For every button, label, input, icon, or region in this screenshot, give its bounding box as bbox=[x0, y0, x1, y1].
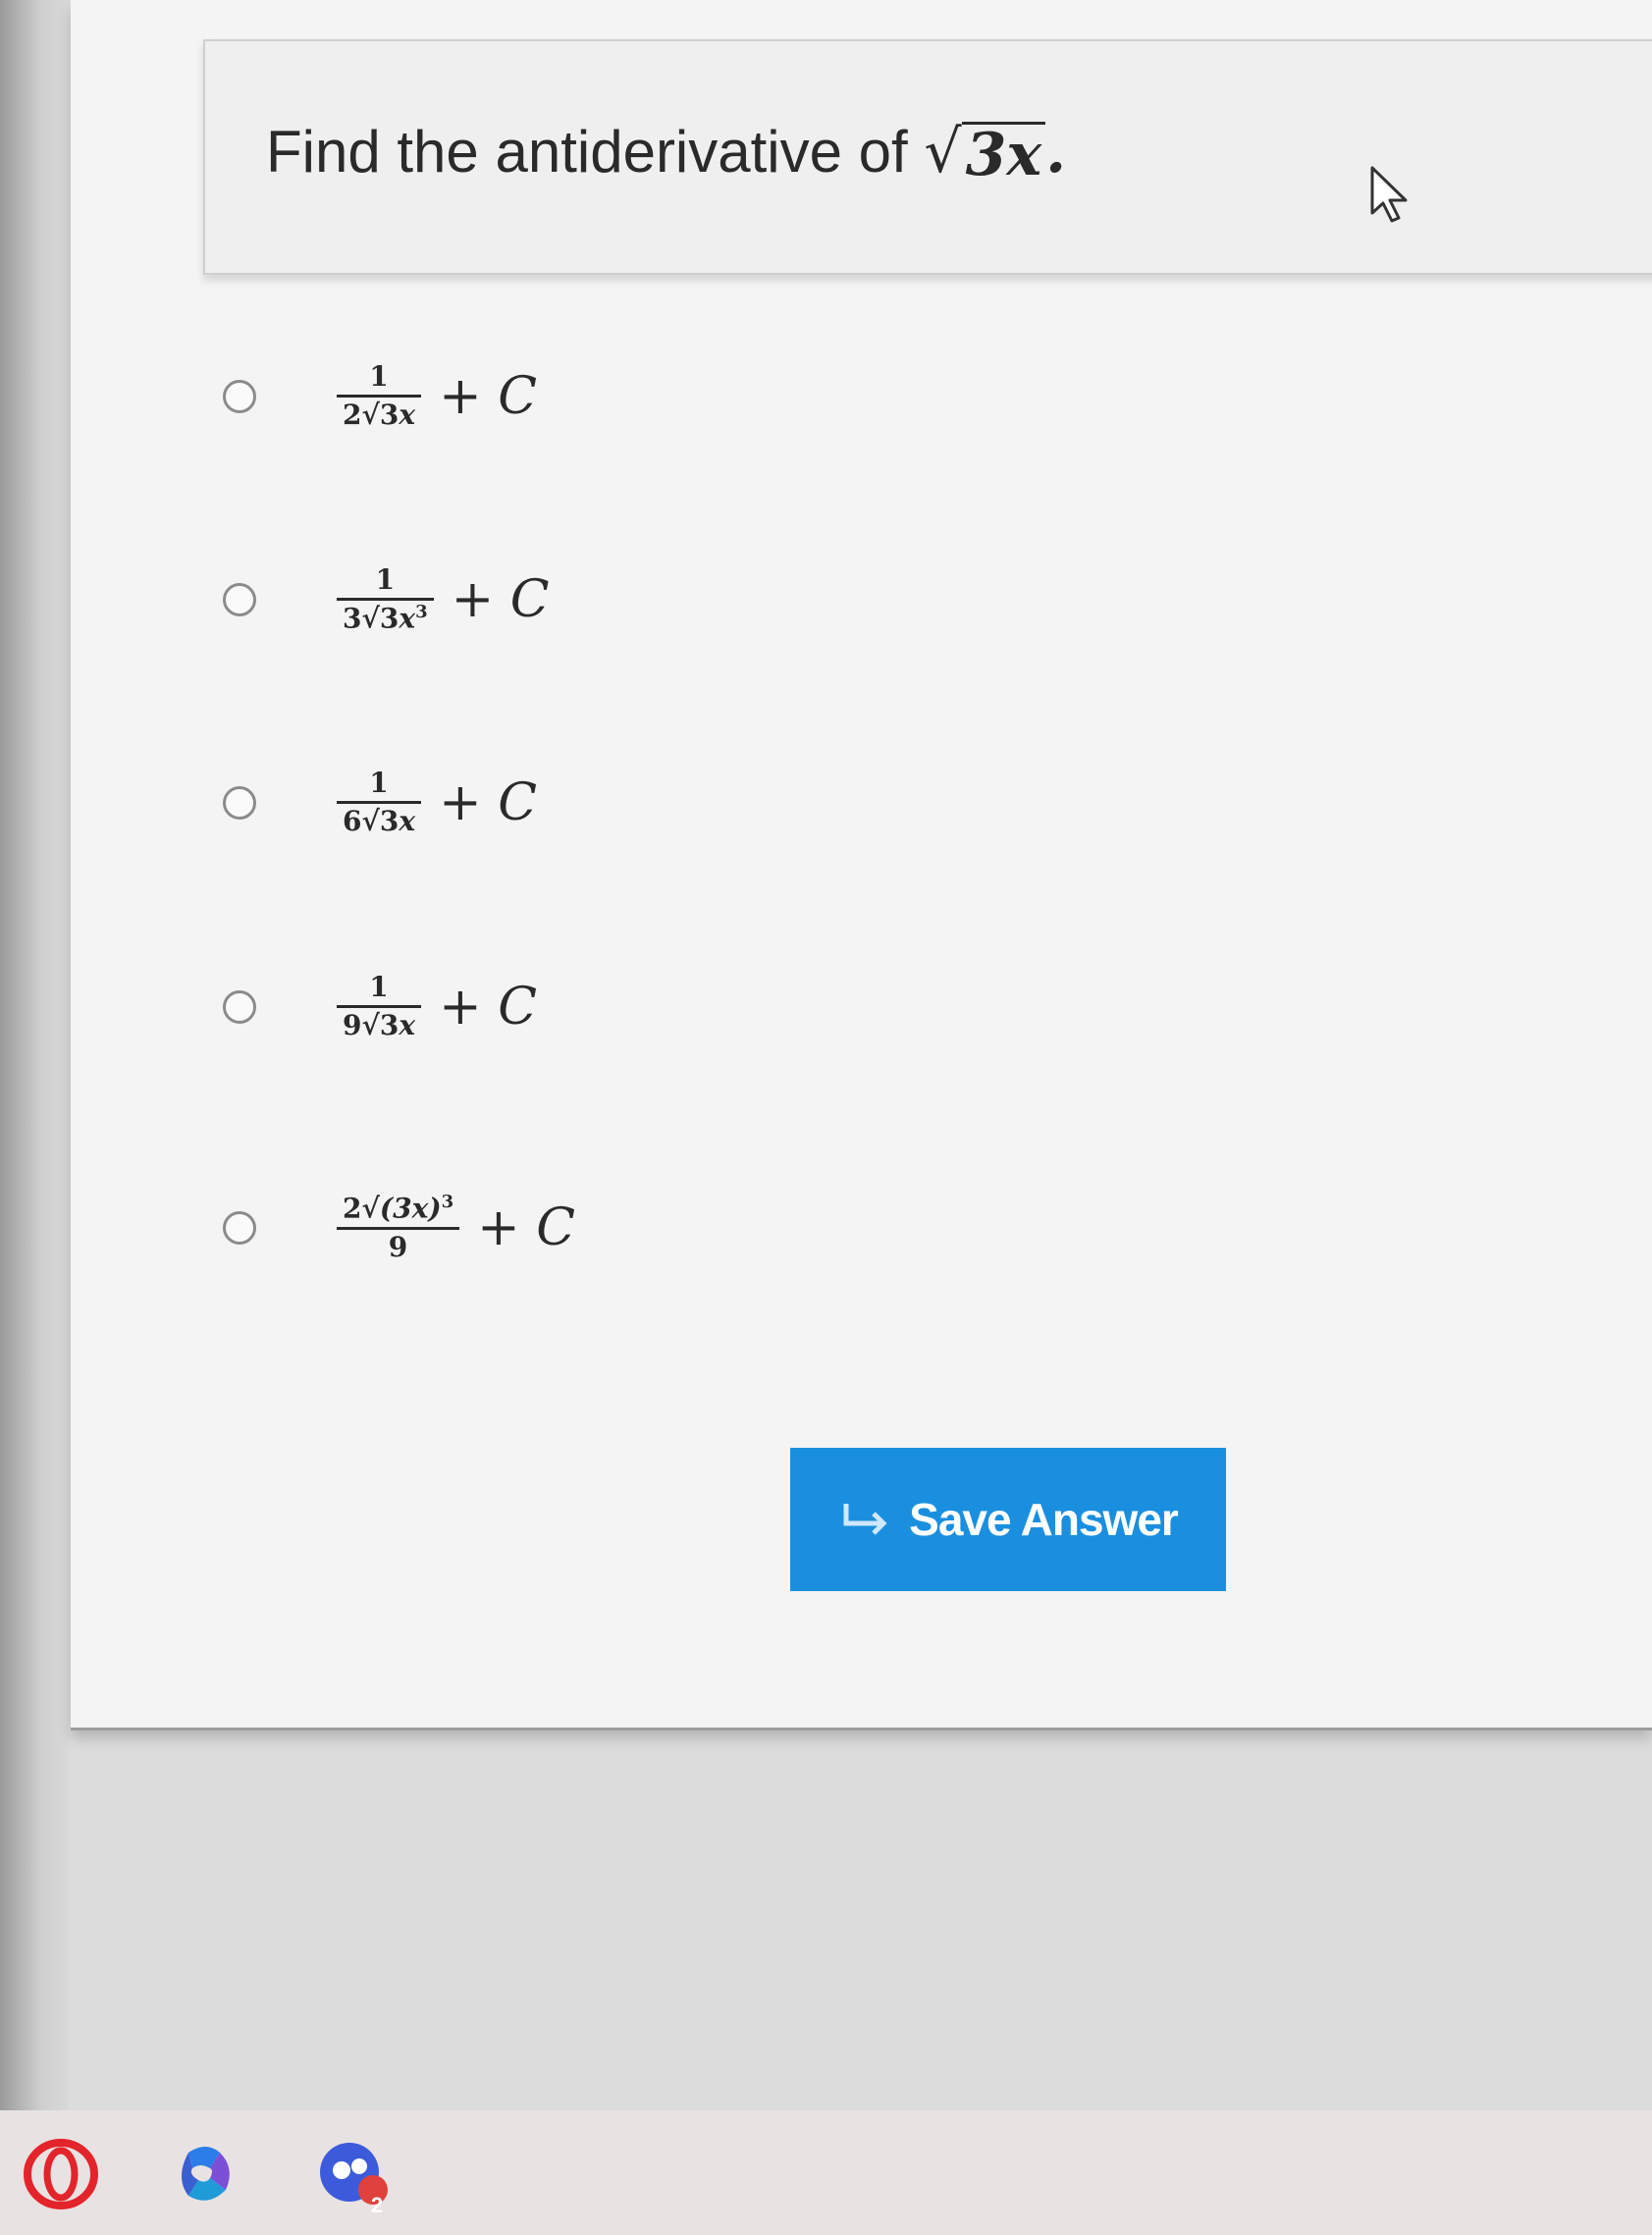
option-3-radicand: 3 bbox=[379, 805, 400, 838]
option-1-var: x bbox=[399, 399, 416, 432]
option-3-constant: + C bbox=[439, 773, 537, 832]
option-4-numerator: 1 bbox=[369, 971, 389, 1003]
question-sqrt: √ 3x bbox=[924, 118, 1046, 186]
option-5-expression: 2√(3x)3 9 + C bbox=[337, 1192, 575, 1263]
sqrt-symbol-icon: √ bbox=[924, 118, 962, 186]
question-box: Find the antiderivative of √ 3x. bbox=[203, 39, 1652, 275]
option-1-denominator: 2√3x bbox=[337, 395, 422, 432]
option-5-numerator: 2√(3x)3 bbox=[337, 1192, 460, 1230]
option-4-coef: 9 bbox=[343, 1009, 362, 1042]
option-5-fraction: 2√(3x)3 9 bbox=[337, 1192, 460, 1263]
option-5-exponent: 3 bbox=[441, 1192, 454, 1212]
chat-badge: 2 bbox=[370, 2193, 384, 2217]
option-2-plus: + bbox=[451, 569, 510, 629]
option-1-expression: 1 2√3x + C bbox=[337, 360, 537, 432]
option-3-c: C bbox=[498, 772, 537, 832]
option-1-c: C bbox=[498, 366, 537, 426]
option-2-numerator: 1 bbox=[375, 563, 396, 596]
option-3-expression: 1 6√3x + C bbox=[337, 767, 537, 838]
option-4-plus: + bbox=[439, 977, 499, 1037]
option-4-radio[interactable] bbox=[223, 989, 256, 1024]
option-5-plus: + bbox=[477, 1197, 537, 1257]
option-1-coef: 2 bbox=[343, 399, 362, 432]
question-prefix: Find the antiderivative of bbox=[266, 119, 925, 185]
option-2-var: x bbox=[399, 602, 416, 635]
option-3-radio[interactable] bbox=[223, 785, 256, 820]
option-3-coef: 6 bbox=[343, 805, 362, 838]
option-3-plus: + bbox=[439, 772, 499, 832]
option-1-radio[interactable] bbox=[223, 379, 256, 413]
quiz-panel: Find the antiderivative of √ 3x. 1 2√3x +… bbox=[71, 0, 1652, 1730]
option-5[interactable]: 2√(3x)3 9 + C bbox=[223, 1192, 575, 1263]
question-radicand: 3x bbox=[961, 122, 1046, 186]
option-5-denominator: 9 bbox=[388, 1230, 408, 1263]
option-4-constant: + C bbox=[439, 978, 537, 1037]
option-4-denominator: 9√3x bbox=[337, 1005, 422, 1042]
option-2-denominator: 3√3x3 bbox=[337, 598, 434, 635]
option-5-coef: 2 bbox=[343, 1192, 362, 1225]
option-2-expression: 1 3√3x3 + C bbox=[337, 563, 550, 635]
option-4[interactable]: 1 9√3x + C bbox=[223, 971, 537, 1042]
option-4-expression: 1 9√3x + C bbox=[337, 971, 537, 1042]
option-5-radio[interactable] bbox=[223, 1210, 256, 1245]
option-2-coef: 3 bbox=[343, 602, 362, 635]
option-4-var: x bbox=[399, 1009, 416, 1042]
question-suffix: . bbox=[1045, 118, 1067, 186]
option-2-radio[interactable] bbox=[223, 582, 256, 616]
option-1-constant: + C bbox=[439, 367, 537, 426]
option-2-exponent: 3 bbox=[415, 602, 428, 623]
opera-icon[interactable] bbox=[22, 2135, 100, 2213]
save-answer-label: Save Answer bbox=[909, 1494, 1179, 1545]
question-text: Find the antiderivative of √ 3x. bbox=[266, 118, 1066, 186]
option-1[interactable]: 1 2√3x + C bbox=[223, 360, 537, 432]
copilot-icon[interactable] bbox=[167, 2135, 245, 2213]
option-3-numerator: 1 bbox=[369, 767, 389, 799]
option-1-numerator: 1 bbox=[369, 360, 389, 393]
option-4-radicand: 3 bbox=[379, 1009, 400, 1042]
option-1-radicand: 3 bbox=[379, 399, 400, 432]
option-2-constant: + C bbox=[452, 570, 550, 629]
option-3-fraction: 1 6√3x bbox=[337, 767, 422, 838]
option-2[interactable]: 1 3√3x3 + C bbox=[223, 563, 550, 635]
option-1-plus: + bbox=[439, 366, 499, 426]
option-1-fraction: 1 2√3x bbox=[337, 360, 422, 432]
option-4-c: C bbox=[498, 977, 537, 1037]
taskbar: 2 bbox=[0, 2110, 1652, 2235]
option-4-fraction: 1 9√3x bbox=[337, 971, 422, 1042]
option-2-fraction: 1 3√3x3 bbox=[337, 563, 434, 635]
option-3-denominator: 6√3x bbox=[337, 801, 422, 838]
left-window-edge bbox=[0, 0, 69, 2110]
option-2-radicand: 3 bbox=[379, 602, 400, 635]
option-5-c: C bbox=[536, 1197, 575, 1257]
option-5-radicand: (3x) bbox=[379, 1192, 442, 1225]
return-arrow-icon bbox=[843, 1504, 887, 1535]
option-3-var: x bbox=[399, 805, 416, 838]
option-3[interactable]: 1 6√3x + C bbox=[223, 767, 537, 838]
option-2-c: C bbox=[509, 569, 550, 629]
mouse-cursor-icon bbox=[1370, 166, 1408, 223]
save-answer-button[interactable]: Save Answer bbox=[790, 1448, 1226, 1591]
option-5-constant: + C bbox=[477, 1198, 575, 1257]
